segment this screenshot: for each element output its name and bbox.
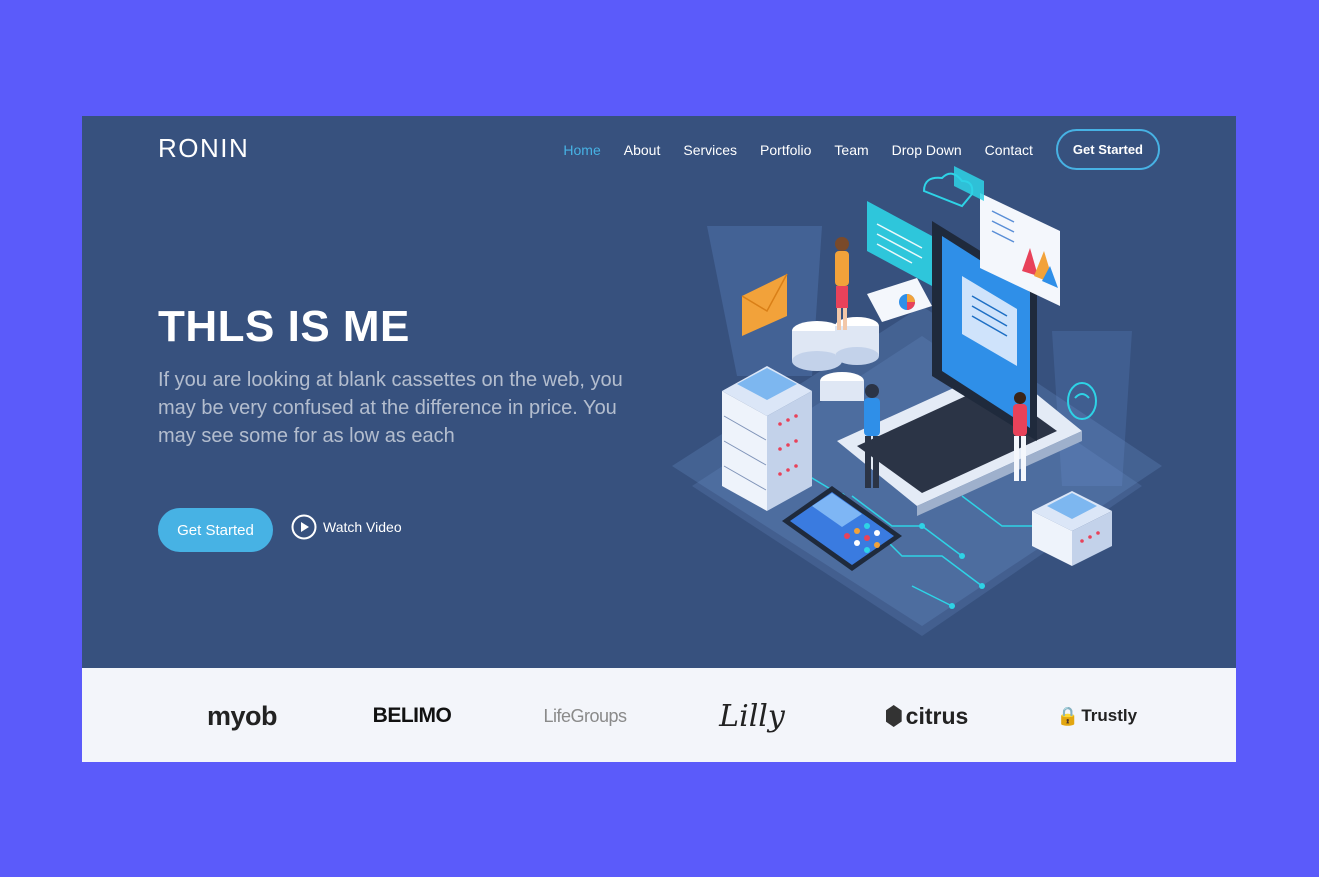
nav-services[interactable]: Services — [683, 142, 737, 158]
tech-isometric-illustration-icon — [672, 166, 1162, 636]
page-frame: RONIN Home About Services Portfolio Team… — [82, 116, 1236, 762]
nav-home[interactable]: Home — [563, 142, 600, 158]
nav-get-started-button[interactable]: Get Started — [1055, 129, 1160, 170]
nav-team[interactable]: Team — [834, 142, 868, 158]
hero-lead: If you are looking at blank cassettes on… — [158, 369, 623, 447]
client-logo-citrus: citrus — [872, 696, 982, 736]
client-logo-lilly: Lilly — [719, 698, 785, 734]
nav-about[interactable]: About — [624, 142, 661, 158]
client-logo-lifegroups: LifeGroups — [543, 705, 627, 726]
play-circle-icon — [291, 514, 317, 540]
get-started-button[interactable]: Get Started — [158, 508, 273, 552]
client-logo-trustly: 🔒 Trustly — [1056, 705, 1138, 726]
hero-title: THLS IS ME — [158, 302, 410, 351]
client-logo-myob: myob — [206, 700, 278, 731]
brand-logo[interactable]: RONIN — [158, 133, 249, 164]
main-nav: Home About Services Portfolio Team Drop … — [540, 129, 1160, 170]
nav-contact[interactable]: Contact — [985, 142, 1033, 158]
nav-drop-down[interactable]: Drop Down — [892, 142, 962, 158]
clients-section: myob BELIMO LifeGroups Lilly citrus 🔒 Tr… — [82, 668, 1236, 762]
watch-video-button[interactable]: Watch Video — [291, 514, 402, 540]
watch-video-label: Watch Video — [323, 519, 402, 535]
nav-portfolio[interactable]: Portfolio — [760, 142, 811, 158]
citrus-mark-icon — [885, 705, 902, 727]
hero-section: RONIN Home About Services Portfolio Team… — [82, 116, 1236, 668]
lock-icon: 🔒 — [1056, 705, 1080, 726]
client-logo-belimo: BELIMO — [372, 704, 452, 727]
